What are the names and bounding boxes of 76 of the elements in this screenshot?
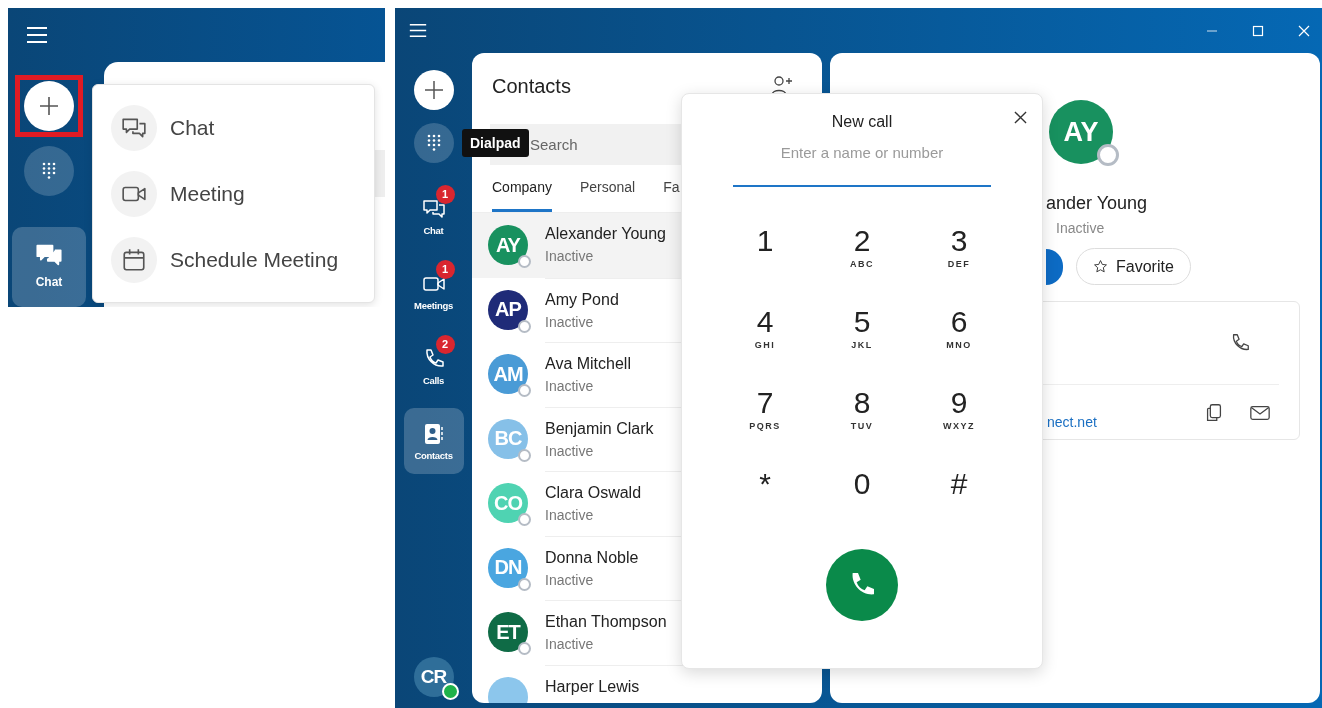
contact-name[interactable]: Benjamin Clark xyxy=(545,419,654,438)
contact-avatar: AY xyxy=(488,225,528,266)
contact-name[interactable]: Ava Mitchell xyxy=(545,355,631,373)
unread-badge: 2 xyxy=(435,334,455,354)
unread-badge: 1 xyxy=(435,184,455,204)
presence-ring xyxy=(518,255,531,269)
contact-name[interactable]: Amy Pond xyxy=(545,290,619,309)
dial-key[interactable]: 1 xyxy=(735,225,795,273)
contact-name[interactable]: Alexander Young xyxy=(545,225,666,243)
menu-item[interactable]: Meeting xyxy=(170,181,245,206)
nav-item[interactable]: Chat xyxy=(12,227,86,307)
dial-key[interactable]: 3 DEF xyxy=(929,225,989,273)
nav-item[interactable]: 1 Chat xyxy=(403,183,464,249)
presence-ring xyxy=(518,384,531,398)
star-icon xyxy=(1093,259,1108,274)
contact-avatar: CO xyxy=(488,483,528,524)
tab[interactable]: Personal xyxy=(579,179,636,212)
dial-key[interactable]: 7 PQRS xyxy=(735,387,795,435)
menu-item[interactable]: Schedule Meeting xyxy=(170,247,339,272)
presence-ring xyxy=(518,642,531,656)
contact-name[interactable]: Harper Lewis xyxy=(545,677,640,696)
plus-icon xyxy=(39,96,59,116)
presence-ring xyxy=(1097,144,1119,166)
action-button[interactable] xyxy=(1046,248,1063,285)
contact-avatar: DN xyxy=(488,547,528,588)
menu-icon[interactable] xyxy=(409,23,427,38)
contact-status: Inactive xyxy=(545,248,594,264)
dialpad-icon xyxy=(426,134,441,152)
contact-avatar: AM xyxy=(488,354,528,395)
contact-status: Inactive xyxy=(545,442,594,459)
contact-status: Inactive xyxy=(545,636,594,652)
menu-item[interactable]: Chat xyxy=(170,115,215,140)
contact-avatar: AY xyxy=(1049,100,1113,164)
favorite-button[interactable]: Favorite xyxy=(1076,248,1191,285)
dialpad-button[interactable] xyxy=(24,146,74,196)
nav-item[interactable]: 1 Meetings xyxy=(403,258,464,324)
menu-icon[interactable] xyxy=(26,26,48,44)
contact-avatar: ET xyxy=(488,612,528,653)
dial-key[interactable]: 9 WXYZ xyxy=(929,387,989,435)
new-button[interactable] xyxy=(413,70,454,110)
dial-key[interactable]: 0 xyxy=(832,468,892,516)
dialpad-button[interactable] xyxy=(413,123,454,163)
panel-title: Contacts xyxy=(492,74,571,98)
dial-key[interactable]: 6 MNO xyxy=(929,306,989,354)
contact-name: ander Young xyxy=(1046,193,1148,214)
user-avatar[interactable]: CR xyxy=(413,657,454,697)
contact-name[interactable]: Clara Oswald xyxy=(545,484,642,502)
plus-icon xyxy=(423,80,444,100)
contact-avatar: BC xyxy=(488,418,528,459)
contact-name[interactable]: Ethan Thompson xyxy=(545,613,667,631)
contact-status: Inactive xyxy=(545,571,594,588)
close-icon[interactable] xyxy=(1014,111,1027,124)
contact-status: Inactive xyxy=(545,313,594,330)
new-button[interactable] xyxy=(24,81,74,131)
calendar-icon xyxy=(121,246,147,273)
dial-key[interactable]: 4 GHI xyxy=(735,306,795,354)
dial-key[interactable]: * xyxy=(735,468,795,516)
dial-key[interactable]: # xyxy=(929,468,989,516)
tab[interactable]: Fa xyxy=(663,179,680,212)
dialog-title: New call xyxy=(831,113,893,131)
tooltip: Dialpad xyxy=(462,129,529,157)
email-link[interactable]: nect.net xyxy=(1047,413,1097,430)
nav-item[interactable]: 2 Calls xyxy=(403,333,464,399)
nav-item[interactable]: Contacts xyxy=(403,408,464,474)
maximize-icon[interactable] xyxy=(1252,24,1264,37)
contact-name[interactable]: Donna Noble xyxy=(545,548,639,567)
dial-key[interactable]: 2 ABC xyxy=(832,225,892,273)
contact-avatar: AP xyxy=(488,289,528,330)
unread-badge: 1 xyxy=(435,259,455,279)
contact-status: Inactive xyxy=(545,378,594,394)
dialpad-icon xyxy=(42,162,56,180)
dial-key[interactable]: 8 TUV xyxy=(832,387,892,435)
dial-key[interactable]: 5 JKL xyxy=(832,306,892,354)
contact-status: Inactive xyxy=(1056,220,1105,236)
presence-ring xyxy=(518,513,531,527)
contact-status: Inactive xyxy=(545,507,594,523)
